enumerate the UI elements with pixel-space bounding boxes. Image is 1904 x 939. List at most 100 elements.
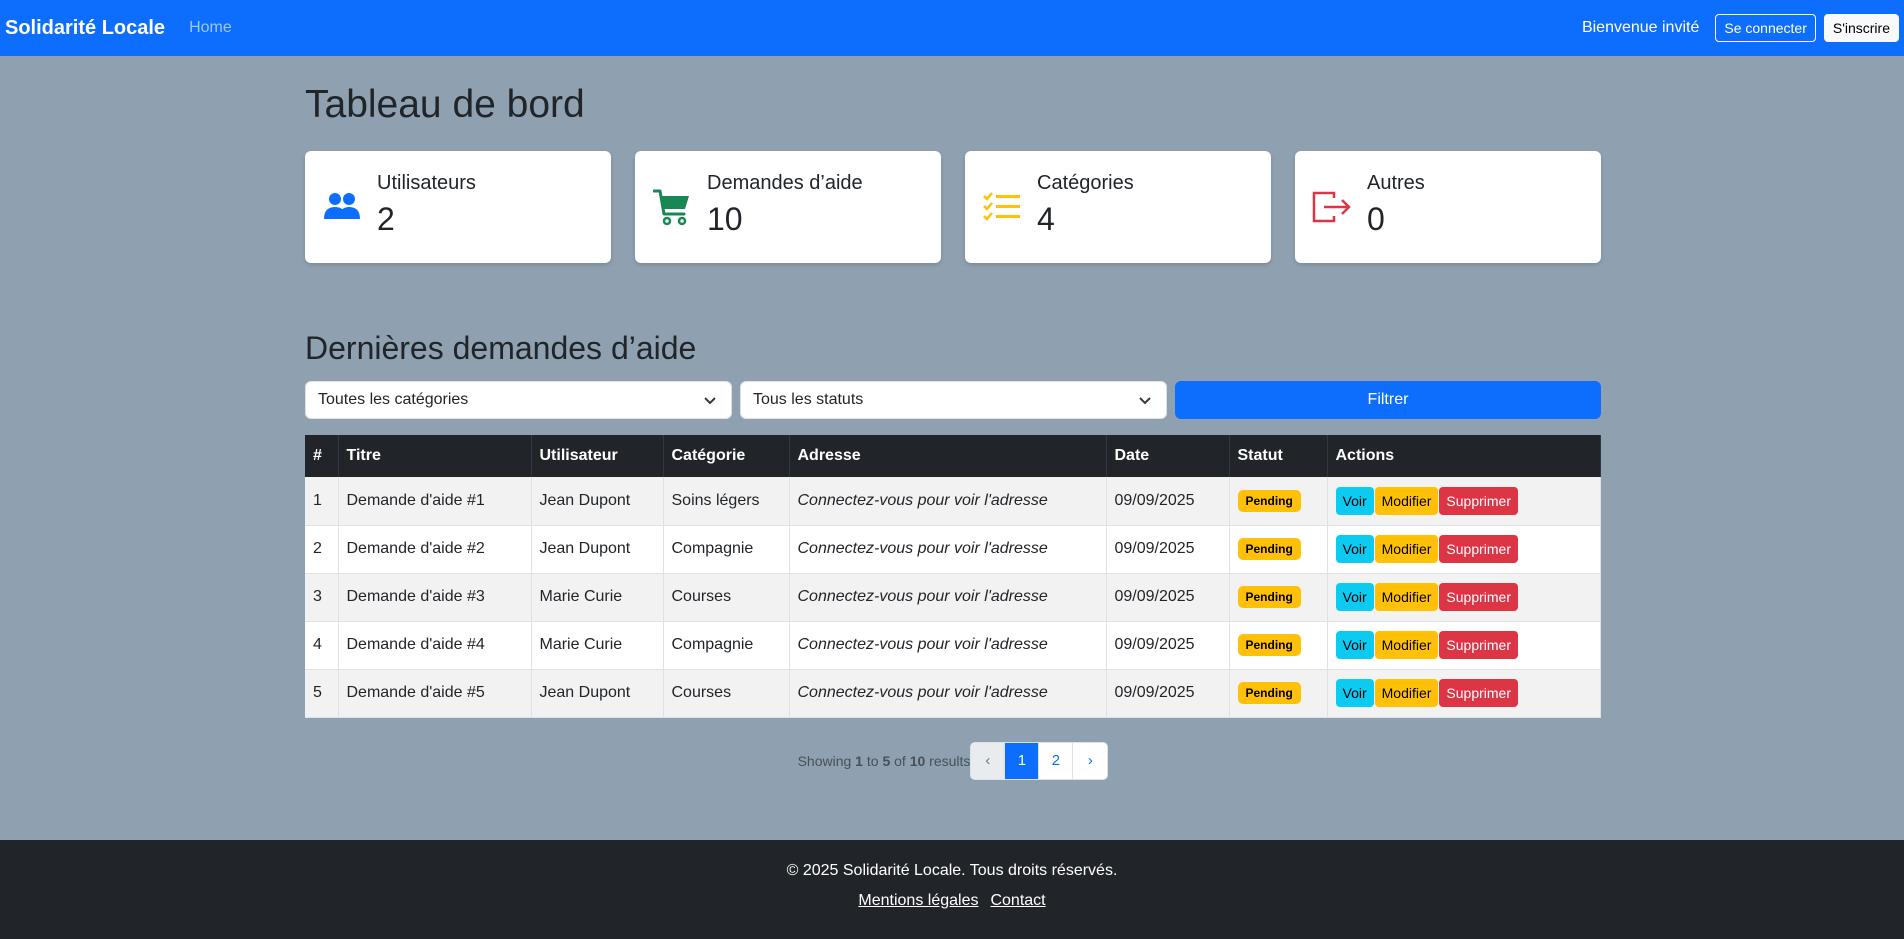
footer-copyright: © 2025 Solidarité Locale. Tous droits ré… bbox=[786, 862, 1118, 879]
cell-address: Connectez-vous pour voir l'adresse bbox=[789, 669, 1107, 718]
edit-button[interactable]: Modifier bbox=[1374, 583, 1439, 612]
cell-user: Jean Dupont bbox=[531, 525, 664, 574]
view-button[interactable]: Voir bbox=[1335, 535, 1374, 564]
cell-category: Compagnie bbox=[663, 525, 790, 574]
table-row: 1 Demande d'aide #1 Jean Dupont Soins léger… bbox=[305, 477, 1601, 526]
cell-address: Connectez-vous pour voir l'adresse bbox=[789, 621, 1107, 670]
delete-button[interactable]: Supprimer bbox=[1439, 631, 1519, 660]
table-row: 3 Demande d'aide #3 Marie Curie Courses Conn… bbox=[305, 573, 1601, 622]
cell-actions: Voir Modifier Supprimer bbox=[1327, 621, 1601, 670]
cell-status: Pending bbox=[1229, 621, 1328, 670]
cell-status: Pending bbox=[1229, 669, 1328, 718]
cell-address: Connectez-vous pour voir l'adresse bbox=[789, 477, 1107, 526]
card-value: 0 bbox=[1367, 200, 1385, 237]
cell-status: Pending bbox=[1229, 525, 1328, 574]
col-header: Catégorie bbox=[663, 435, 790, 478]
section-title: Dernières demandes d’aide bbox=[305, 329, 697, 366]
view-button[interactable]: Voir bbox=[1335, 631, 1374, 660]
legal-link[interactable]: Mentions légales bbox=[858, 892, 978, 910]
cell-address: Connectez-vous pour voir l'adresse bbox=[789, 573, 1107, 622]
footer: © 2025 Solidarité Locale. Tous droits ré… bbox=[0, 840, 1904, 939]
status-badge: Pending bbox=[1237, 682, 1301, 705]
status-select-value: Tous les statuts bbox=[753, 391, 864, 409]
table-row: 4 Demande d'aide #4 Marie Curie Compagnie Co… bbox=[305, 621, 1601, 670]
brand[interactable]: Solidarité Locale bbox=[5, 17, 165, 40]
cell-actions: Voir Modifier Supprimer bbox=[1327, 573, 1601, 622]
stats-cards: Utilisateurs 2 Demandes d’aide 10 Catégo… bbox=[305, 150, 1601, 263]
view-button[interactable]: Voir bbox=[1335, 583, 1374, 612]
cell-category: Compagnie bbox=[663, 621, 790, 670]
status-badge: Pending bbox=[1237, 489, 1301, 512]
cell-title: Demande d'aide #1 bbox=[338, 477, 532, 526]
navbar: Solidarité Locale Home Bienvenue invité … bbox=[0, 0, 1904, 56]
col-header: Statut bbox=[1229, 435, 1328, 478]
footer-links: Mentions légales Contact bbox=[0, 892, 1904, 910]
edit-button[interactable]: Modifier bbox=[1374, 679, 1439, 708]
cell-actions: Voir Modifier Supprimer bbox=[1327, 669, 1601, 718]
requests-table: # Titre Utilisateur Catégorie Adresse Da… bbox=[305, 435, 1601, 718]
col-header: Adresse bbox=[789, 435, 1107, 478]
delete-button[interactable]: Supprimer bbox=[1439, 486, 1519, 515]
table-row: 2 Demande d'aide #2 Jean Dupont Compagnie Co… bbox=[305, 525, 1601, 574]
cell-date: 09/09/2025 bbox=[1106, 477, 1230, 526]
card-users: Utilisateurs 2 bbox=[305, 150, 611, 263]
login-button[interactable]: Se connecter bbox=[1715, 14, 1816, 42]
register-button[interactable]: S'inscrire bbox=[1823, 14, 1899, 42]
table-row: 5 Demande d'aide #5 Jean Dupont Courses Conn… bbox=[305, 669, 1601, 718]
cell-title: Demande d'aide #2 bbox=[338, 525, 532, 574]
welcome-text: Bienvenue invité bbox=[1581, 19, 1700, 36]
contact-link[interactable]: Contact bbox=[990, 892, 1045, 910]
category-select-value: Toutes les catégories bbox=[318, 391, 469, 409]
card-others: Autres 0 bbox=[1295, 150, 1601, 263]
page-title: Tableau de bord bbox=[305, 83, 585, 126]
card-title: Autres bbox=[1367, 171, 1425, 194]
page-1[interactable]: 1 bbox=[1005, 742, 1040, 779]
view-button[interactable]: Voir bbox=[1335, 486, 1374, 515]
card-categories: Catégories 4 bbox=[965, 150, 1271, 263]
logout-icon bbox=[1311, 186, 1353, 228]
cell-title: Demande d'aide #3 bbox=[338, 573, 532, 622]
card-value: 4 bbox=[1037, 200, 1055, 237]
chevron-down-icon bbox=[1139, 397, 1151, 405]
cell-user: Marie Curie bbox=[531, 573, 664, 622]
view-button[interactable]: Voir bbox=[1335, 679, 1374, 708]
cell-date: 09/09/2025 bbox=[1106, 573, 1230, 622]
cell-user: Marie Curie bbox=[531, 621, 664, 670]
edit-button[interactable]: Modifier bbox=[1374, 535, 1439, 564]
edit-button[interactable]: Modifier bbox=[1374, 486, 1439, 515]
nav-home-link[interactable]: Home bbox=[189, 19, 232, 37]
cell-user: Jean Dupont bbox=[531, 477, 664, 526]
card-value: 2 bbox=[377, 200, 395, 237]
list-icon bbox=[981, 186, 1023, 228]
cell-category: Soins légers bbox=[663, 477, 790, 526]
col-header: Titre bbox=[338, 435, 532, 478]
cell-user: Jean Dupont bbox=[531, 669, 664, 718]
cell-status: Pending bbox=[1229, 573, 1328, 622]
cell-date: 09/09/2025 bbox=[1106, 669, 1230, 718]
page-links: ‹ 1 2 › bbox=[970, 741, 1109, 780]
page-prev: ‹ bbox=[971, 742, 1006, 779]
delete-button[interactable]: Supprimer bbox=[1439, 679, 1519, 708]
page-2[interactable]: 2 bbox=[1039, 742, 1074, 779]
pagination: Showing 1 to 5 of 10 results ‹ 1 2 › bbox=[305, 741, 1601, 780]
cell-date: 09/09/2025 bbox=[1106, 525, 1230, 574]
cell-title: Demande d'aide #5 bbox=[338, 669, 532, 718]
col-header: # bbox=[305, 435, 339, 478]
filters: Toutes les catégories Tous les statuts F… bbox=[305, 381, 1601, 420]
delete-button[interactable]: Supprimer bbox=[1439, 535, 1519, 564]
category-select[interactable]: Toutes les catégories bbox=[305, 381, 732, 420]
card-title: Demandes d’aide bbox=[707, 171, 863, 194]
cell-category: Courses bbox=[663, 669, 790, 718]
edit-button[interactable]: Modifier bbox=[1374, 631, 1439, 660]
col-header: Date bbox=[1106, 435, 1230, 478]
nav-right: Bienvenue invité Se connecter S'inscrire bbox=[1582, 14, 1899, 42]
chevron-down-icon bbox=[704, 397, 716, 405]
cart-icon bbox=[651, 186, 693, 228]
cell-actions: Voir Modifier Supprimer bbox=[1327, 477, 1601, 526]
card-title: Catégories bbox=[1037, 171, 1134, 194]
page-next[interactable]: › bbox=[1073, 743, 1107, 779]
filter-button[interactable]: Filtrer bbox=[1175, 381, 1601, 420]
pagination-summary: Showing 1 to 5 of 10 results bbox=[797, 752, 971, 769]
delete-button[interactable]: Supprimer bbox=[1439, 583, 1519, 612]
status-select[interactable]: Tous les statuts bbox=[740, 381, 1167, 420]
